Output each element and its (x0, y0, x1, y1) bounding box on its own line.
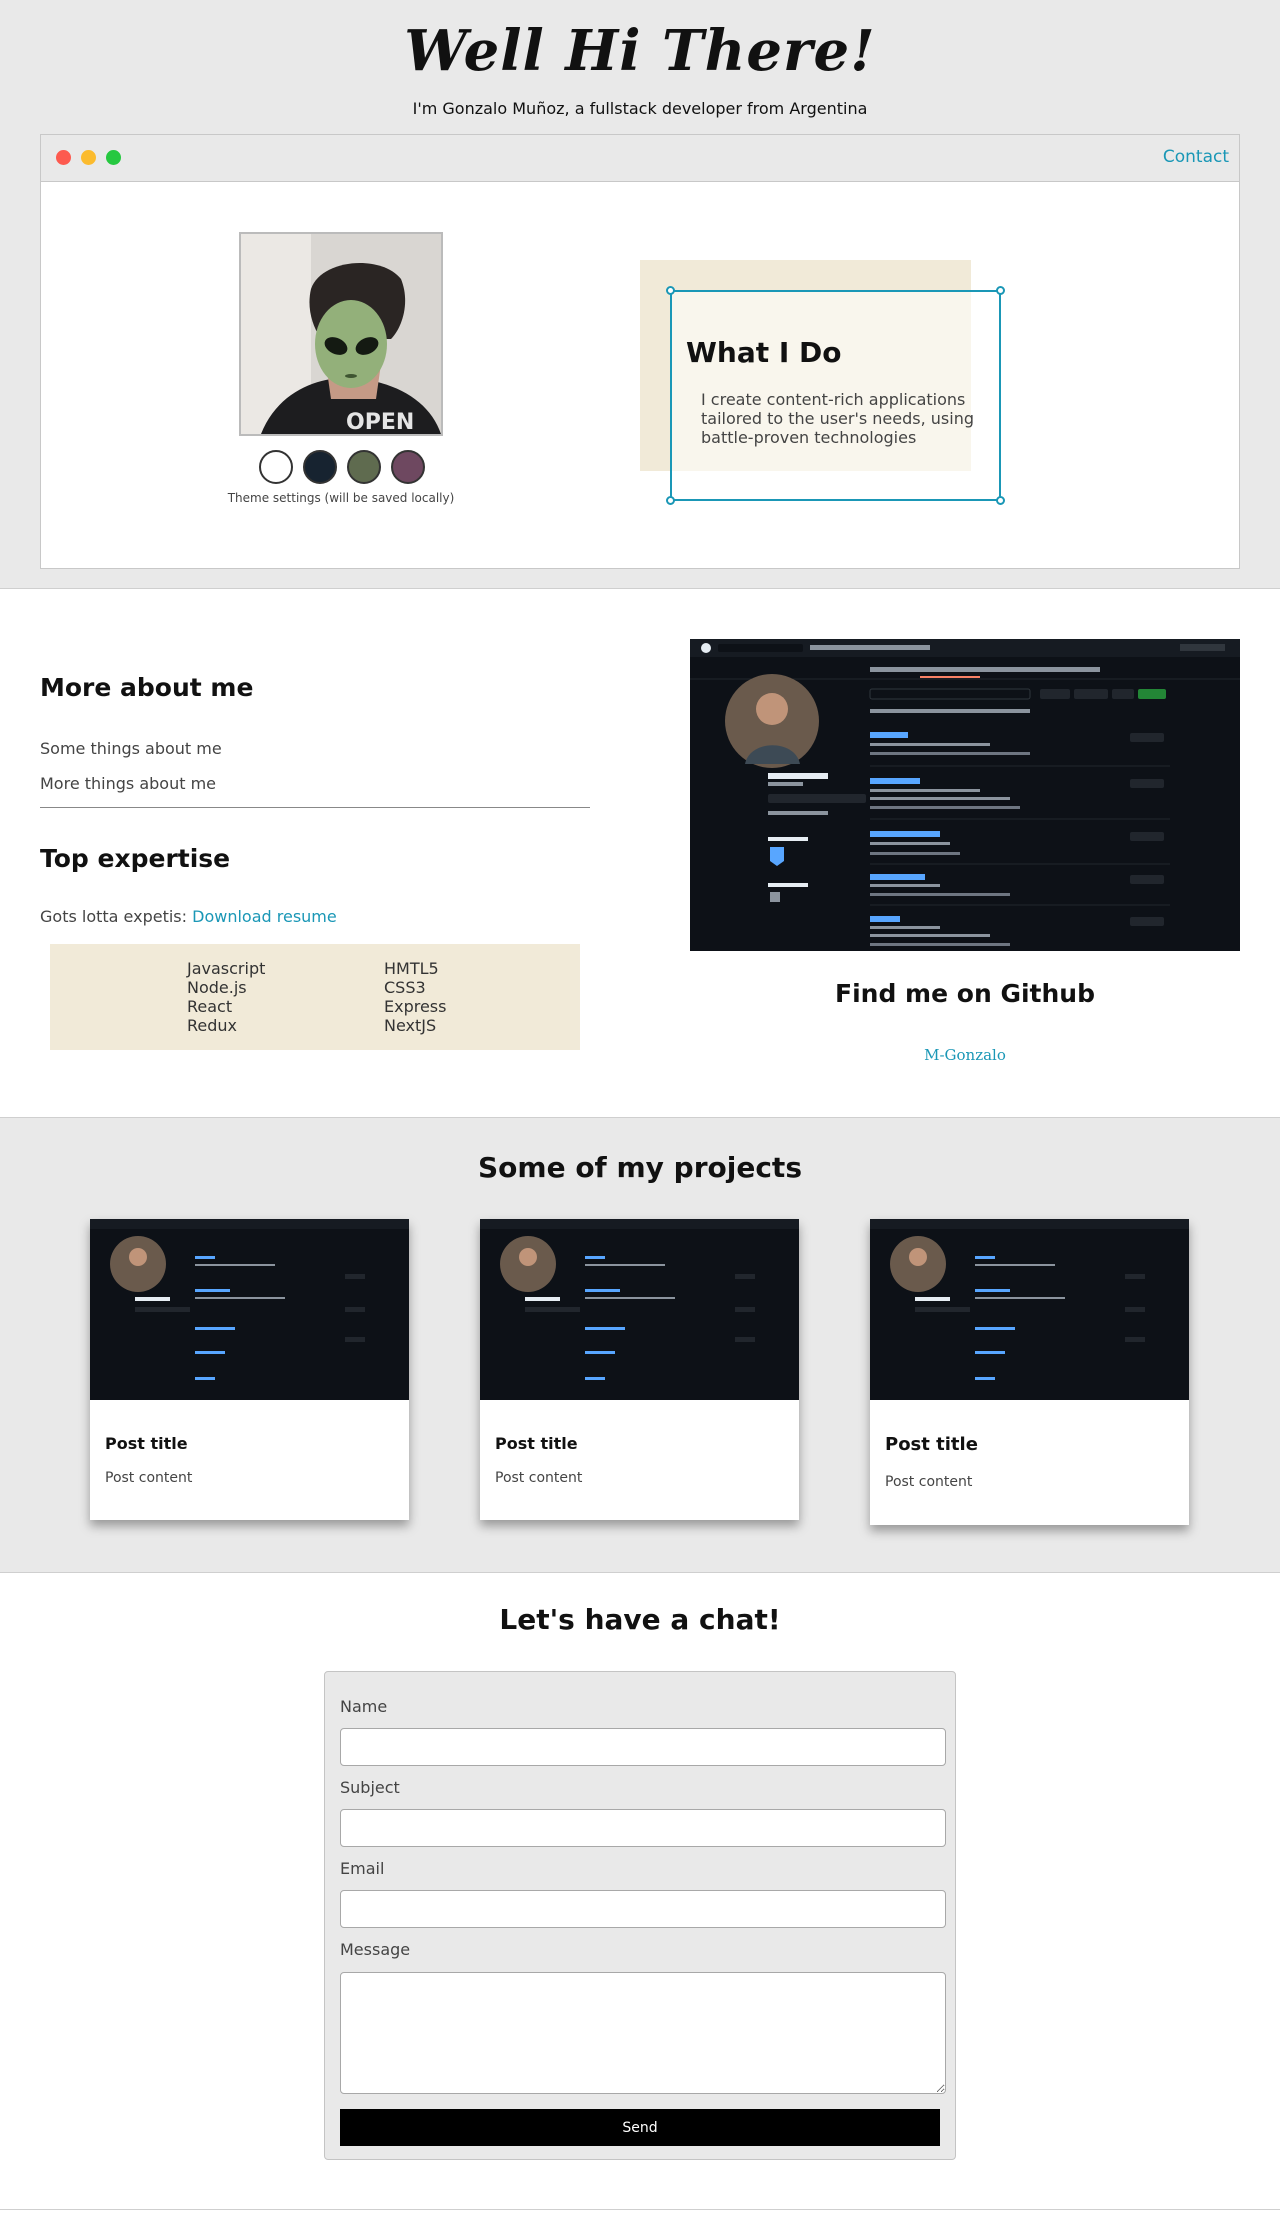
resize-handle-top-right[interactable] (996, 286, 1005, 295)
what-i-do-text: I create content-rich applications tailo… (701, 390, 974, 447)
about-heading: More about me (40, 673, 254, 702)
hero-subtitle: I'm Gonzalo Muñoz, a fullstack developer… (412, 99, 868, 118)
skill-item: Express (384, 997, 447, 1016)
skills-box: Javascript Node.js React Redux HMTL5 CSS… (50, 944, 580, 1050)
projects-section: Some of my projects Post title Post cont… (0, 1118, 1280, 1573)
email-field[interactable] (340, 1890, 946, 1928)
name-label: Name (340, 1697, 388, 1716)
contact-section: Let's have a chat! Name Subject Email Me… (0, 1573, 1280, 2210)
project-card-content: Post content (105, 1470, 193, 1486)
project-card-image (90, 1219, 409, 1400)
message-field[interactable] (340, 1972, 946, 2094)
expertise-line: Gots lotta expetis: Download resume (40, 907, 337, 926)
project-card-image (480, 1219, 799, 1400)
what-i-do-card: What I Do I create content-rich applicat… (666, 286, 1005, 505)
github-heading: Find me on Github (835, 979, 1095, 1008)
project-card[interactable]: Post title Post content (870, 1219, 1189, 1525)
minimize-window-dot (81, 150, 96, 165)
subject-field[interactable] (340, 1809, 946, 1847)
skill-item: CSS3 (384, 978, 426, 997)
resize-handle-bottom-left[interactable] (666, 496, 675, 505)
skill-item: Node.js (187, 978, 247, 997)
about-divider (40, 807, 590, 808)
resize-handle-top-left[interactable] (666, 286, 675, 295)
hero-section: Well Hi There! I'm Gonzalo Muñoz, a full… (0, 0, 1280, 589)
theme-swatch-olive[interactable] (347, 450, 381, 484)
project-card-title: Post title (105, 1434, 188, 1453)
browser-titlebar: Contact (41, 135, 1239, 182)
skill-item: Redux (187, 1016, 238, 1035)
project-card-content: Post content (495, 1470, 583, 1486)
skill-item: HMTL5 (384, 959, 439, 978)
projects-heading: Some of my projects (478, 1151, 802, 1184)
theme-swatch-white[interactable] (259, 450, 293, 484)
profile-photo: OPEN (239, 232, 443, 436)
theme-settings-note: Theme settings (will be saved locally) (227, 491, 455, 505)
about-line-1: Some things about me (40, 739, 222, 758)
github-profile-screenshot (690, 639, 1240, 951)
project-card[interactable]: Post title Post content (90, 1219, 409, 1520)
maximize-window-dot (106, 150, 121, 165)
skill-item: Javascript (187, 959, 266, 978)
theme-swatch-plum[interactable] (391, 450, 425, 484)
svg-text:OPEN: OPEN (346, 410, 414, 434)
email-label: Email (340, 1859, 385, 1878)
hero-title: Well Hi There! (404, 18, 876, 84)
subject-label: Subject (340, 1778, 400, 1797)
theme-swatch-navy[interactable] (303, 450, 337, 484)
project-card-title: Post title (885, 1434, 978, 1455)
expertise-heading: Top expertise (40, 844, 231, 873)
send-button[interactable]: Send (340, 2109, 940, 2146)
browser-window: Contact OPEN Theme settings (will be sav… (40, 134, 1240, 569)
about-section: More about me Some things about me More … (0, 589, 1280, 1118)
resize-handle-bottom-right[interactable] (996, 496, 1005, 505)
skill-item: NextJS (384, 1016, 437, 1035)
contact-link[interactable]: Contact (1163, 147, 1229, 167)
close-window-dot (56, 150, 71, 165)
contact-form: Name Subject Email Message Send (324, 1671, 956, 2160)
project-card-title: Post title (495, 1434, 578, 1453)
project-card-content: Post content (885, 1474, 973, 1490)
contact-heading: Let's have a chat! (499, 1603, 781, 1636)
project-card[interactable]: Post title Post content (480, 1219, 799, 1520)
project-card-image (870, 1219, 1189, 1400)
about-line-2: More things about me (40, 774, 217, 793)
download-resume-link[interactable]: Download resume (192, 907, 337, 926)
name-field[interactable] (340, 1728, 946, 1766)
what-i-do-title: What I Do (686, 336, 842, 369)
github-username-link[interactable]: M-Gonzalo (690, 1046, 1240, 1064)
message-label: Message (340, 1940, 411, 1959)
expertise-prefix: Gots lotta expetis: (40, 907, 188, 926)
skill-item: React (187, 997, 233, 1016)
